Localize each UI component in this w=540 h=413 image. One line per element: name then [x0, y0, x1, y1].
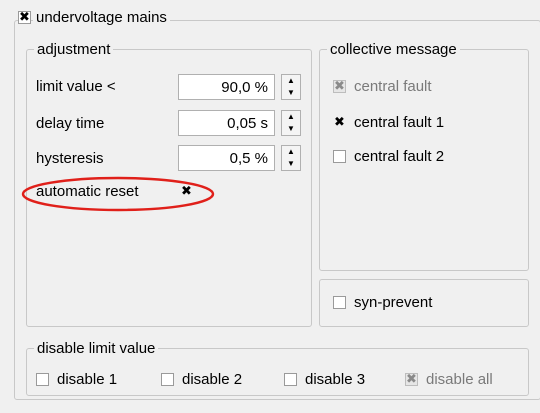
- spin-up-icon[interactable]: ▲: [282, 111, 300, 123]
- highlight-ellipse: [21, 176, 215, 212]
- delay-time-input[interactable]: 0,05 s: [178, 110, 275, 136]
- disable-3-checkbox[interactable]: [284, 373, 297, 386]
- collective-message-legend: collective message: [327, 41, 460, 59]
- undervoltage-mains-checkbox[interactable]: ✖: [18, 11, 31, 24]
- hysteresis-label: hysteresis: [36, 150, 104, 167]
- disable-1-checkbox[interactable]: [36, 373, 49, 386]
- disable-all-label: disable all: [426, 371, 493, 388]
- hysteresis-spinner[interactable]: ▲ ▼: [281, 145, 301, 171]
- checkmark-icon: ✖: [406, 372, 417, 387]
- disable-2-label: disable 2: [182, 371, 243, 388]
- disable-2-checkbox[interactable]: [161, 373, 174, 386]
- spin-down-icon[interactable]: ▼: [282, 123, 300, 135]
- syn-prevent-label: syn-prevent: [354, 294, 433, 311]
- checkmark-icon: ✖: [334, 115, 345, 130]
- central-fault-1-checkbox[interactable]: ✖: [333, 116, 346, 129]
- central-fault-checkbox: ✖: [333, 80, 346, 93]
- checkmark-icon: ✖: [19, 10, 30, 25]
- central-fault-1-label: central fault 1: [354, 114, 445, 131]
- spin-down-icon[interactable]: ▼: [282, 158, 300, 170]
- delay-time-label: delay time: [36, 115, 105, 132]
- disable-1-label: disable 1: [57, 371, 118, 388]
- spin-up-icon[interactable]: ▲: [282, 146, 300, 158]
- syn-prevent-checkbox[interactable]: [333, 296, 346, 309]
- disable-3-label: disable 3: [305, 371, 366, 388]
- hysteresis-input[interactable]: 0,5 %: [178, 145, 275, 171]
- central-fault-2-label: central fault 2: [354, 148, 445, 165]
- disable-limit-legend: disable limit value: [34, 340, 159, 358]
- limit-value-label: limit value <: [36, 78, 116, 95]
- central-fault-2-checkbox[interactable]: [333, 150, 346, 163]
- checkmark-icon: ✖: [334, 79, 345, 94]
- limit-value-spinner[interactable]: ▲ ▼: [281, 74, 301, 100]
- delay-time-spinner[interactable]: ▲ ▼: [281, 110, 301, 136]
- adjustment-legend: adjustment: [34, 41, 114, 59]
- disable-all-checkbox: ✖: [405, 373, 418, 386]
- spin-up-icon[interactable]: ▲: [282, 75, 300, 87]
- limit-value-input[interactable]: 90,0 %: [178, 74, 275, 100]
- spin-down-icon[interactable]: ▼: [282, 87, 300, 99]
- undervoltage-mains-label: undervoltage mains: [33, 9, 170, 27]
- central-fault-label: central fault: [354, 78, 432, 95]
